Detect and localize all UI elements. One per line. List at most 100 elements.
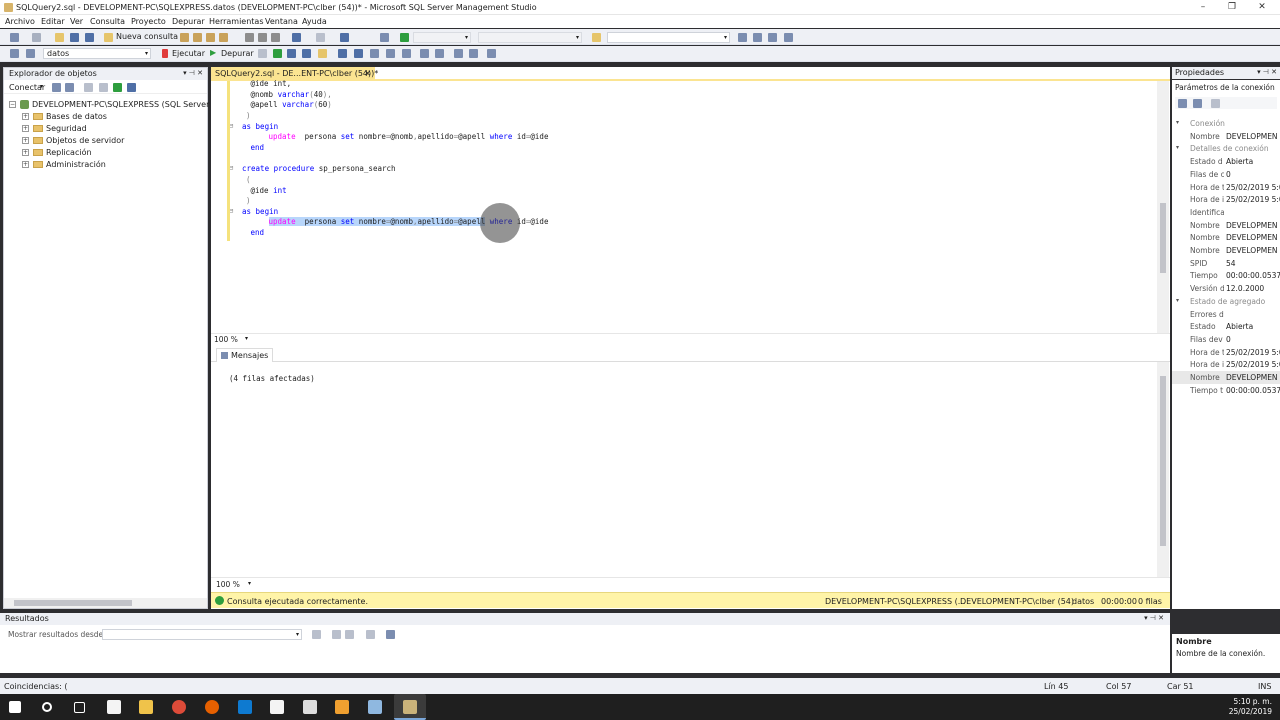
tree-node-security[interactable]: + Seguridad — [22, 124, 87, 133]
alphabetical-icon[interactable] — [1193, 99, 1202, 108]
minimize-icon[interactable]: – — [1196, 2, 1210, 12]
property-pages-icon[interactable] — [1211, 99, 1220, 108]
cut-icon[interactable] — [245, 33, 254, 42]
copy-icon[interactable] — [258, 33, 267, 42]
tree-node-server-objects[interactable]: + Objetos de servidor — [22, 136, 124, 145]
parse-icon[interactable] — [273, 49, 282, 58]
store-icon[interactable] — [107, 700, 121, 714]
property-row[interactable]: Estado Abierta — [1172, 320, 1280, 333]
expand-icon[interactable]: + — [22, 149, 29, 156]
tree-node-replication[interactable]: + Replicación — [22, 148, 92, 157]
property-row[interactable]: Hora de t 25/02/2019 5:0 — [1172, 181, 1280, 194]
clock[interactable]: 5:10 p. m. 25/02/2019 — [1229, 697, 1272, 717]
redo-icon[interactable] — [316, 33, 325, 42]
db-query-icon[interactable] — [180, 33, 189, 42]
property-row[interactable]: Nombre DEVELOPMEN — [1172, 371, 1280, 384]
panel-pin-icon[interactable]: ▾ ⊣ ✕ — [183, 69, 203, 77]
menu-archivo[interactable]: Archivo — [5, 17, 35, 26]
horizontal-scrollbar[interactable] — [4, 598, 207, 608]
property-row[interactable]: Errores d — [1172, 308, 1280, 321]
property-category[interactable]: ▾ Estado de agregado — [1172, 295, 1280, 308]
results-tool-icon-3[interactable] — [345, 630, 354, 639]
collapse-icon[interactable]: ▾ — [1176, 297, 1179, 304]
task-view-icon[interactable] — [74, 702, 85, 713]
expand-icon[interactable]: + — [22, 125, 29, 132]
property-row[interactable]: Identifica — [1172, 206, 1280, 219]
show-results-select[interactable]: ▾ — [102, 629, 302, 640]
find-icon[interactable] — [592, 33, 601, 42]
results-tool-icon-2[interactable] — [332, 630, 341, 639]
property-row[interactable]: Hora de t 25/02/2019 5:0 — [1172, 346, 1280, 359]
expand-icon[interactable]: + — [22, 137, 29, 144]
tool-icon-3[interactable] — [768, 33, 777, 42]
specify-values-icon[interactable] — [487, 49, 496, 58]
filter-icon[interactable] — [99, 83, 108, 92]
search-icon[interactable] — [42, 702, 52, 712]
app-icon[interactable] — [303, 700, 317, 714]
menu-proyecto[interactable]: Proyecto — [131, 17, 166, 26]
results-grid-icon[interactable] — [302, 49, 311, 58]
code-editor[interactable]: @ide int, @nomb varchar(40), @apell varcha… — [211, 79, 1159, 333]
cancel-query-icon[interactable] — [258, 49, 267, 58]
menu-herramientas[interactable]: Herramientas — [209, 17, 264, 26]
undo-icon[interactable] — [292, 33, 301, 42]
tree-node-management[interactable]: + Administración — [22, 160, 106, 169]
restore-icon[interactable]: ❐ — [1225, 2, 1239, 12]
zoom-dropdown-icon[interactable]: ▾ — [245, 335, 248, 342]
results-zoom[interactable]: 100 % — [216, 580, 240, 589]
property-row[interactable]: Hora de i 25/02/2019 5:0 — [1172, 358, 1280, 371]
menu-ver[interactable]: Ver — [70, 17, 83, 26]
save-icon[interactable] — [70, 33, 79, 42]
disconnect-icon[interactable] — [65, 83, 74, 92]
collapse-icon[interactable]: − — [9, 101, 16, 108]
menu-depurar[interactable]: Depurar — [172, 17, 205, 26]
navigate-icon[interactable] — [340, 33, 349, 42]
property-row[interactable]: Filas dev 0 — [1172, 333, 1280, 346]
debug-button[interactable]: Depurar — [221, 49, 254, 58]
connect-db-icon[interactable] — [52, 83, 61, 92]
connect-dropdown-icon[interactable]: ▾ — [40, 83, 43, 90]
property-row[interactable]: Nombre DEVELOPMEN — [1172, 219, 1280, 232]
tab-close-icon[interactable]: ✕ — [364, 69, 371, 78]
results-tool-icon-4[interactable] — [366, 630, 375, 639]
panel-pin-icon[interactable]: ▾ ⊣ ✕ — [1144, 614, 1164, 622]
database-select[interactable]: datos ▾ — [43, 48, 151, 59]
property-row[interactable]: Nombre DEVELOPMEN — [1172, 130, 1280, 143]
properties-selector[interactable]: Parámetros de la conexión — [1175, 83, 1277, 94]
new-query-button[interactable]: Nueva consulta — [116, 32, 178, 41]
change-connection-icon[interactable] — [26, 49, 35, 58]
property-row[interactable]: Filas de c0 — [1172, 168, 1280, 181]
config-combo[interactable]: ▾ — [413, 32, 471, 43]
tool-icon-4[interactable] — [784, 33, 793, 42]
panel-pin-icon[interactable]: ▾ ⊣ ✕ — [1257, 68, 1277, 76]
tool-icon-2[interactable] — [753, 33, 762, 42]
property-row[interactable]: Tiempo 00:00:00.05375 — [1172, 269, 1280, 282]
property-row[interactable]: Estado d Abierta — [1172, 155, 1280, 168]
debug-icon[interactable]: ▶ — [210, 48, 216, 57]
categorized-icon[interactable] — [1178, 99, 1187, 108]
collapse-icon[interactable]: ▾ — [1176, 144, 1179, 151]
menu-ayuda[interactable]: Ayuda — [302, 17, 327, 26]
results-to-icon[interactable] — [287, 49, 296, 58]
property-row[interactable]: Hora de i 25/02/2019 5:0 — [1172, 193, 1280, 206]
find-combo[interactable]: ▾ — [607, 32, 730, 43]
property-row[interactable]: Nombre DEVELOPMEN — [1172, 244, 1280, 257]
db-query-icon-3[interactable] — [206, 33, 215, 42]
zoom-dropdown-icon[interactable]: ▾ — [248, 580, 251, 587]
property-row[interactable]: SPID 54 — [1172, 257, 1280, 270]
solution-icon[interactable] — [380, 33, 389, 42]
execute-button[interactable]: Ejecutar — [172, 49, 205, 58]
results-file-icon[interactable] — [318, 49, 327, 58]
grid-icon[interactable] — [386, 49, 395, 58]
tree-node-databases[interactable]: + Bases de datos — [22, 112, 107, 121]
property-category[interactable]: ▾ Detalles de conexión — [1172, 142, 1280, 155]
editor-vertical-scrollbar[interactable] — [1157, 81, 1169, 333]
indent-icon[interactable] — [454, 49, 463, 58]
scroll-thumb[interactable] — [1160, 203, 1166, 273]
results-tool-icon-1[interactable] — [312, 630, 321, 639]
text-icon[interactable] — [370, 49, 379, 58]
refresh-icon[interactable] — [113, 83, 122, 92]
file-explorer-icon[interactable] — [139, 700, 153, 714]
expand-icon[interactable]: + — [22, 161, 29, 168]
property-row[interactable]: Nombre DEVELOPMEN — [1172, 231, 1280, 244]
